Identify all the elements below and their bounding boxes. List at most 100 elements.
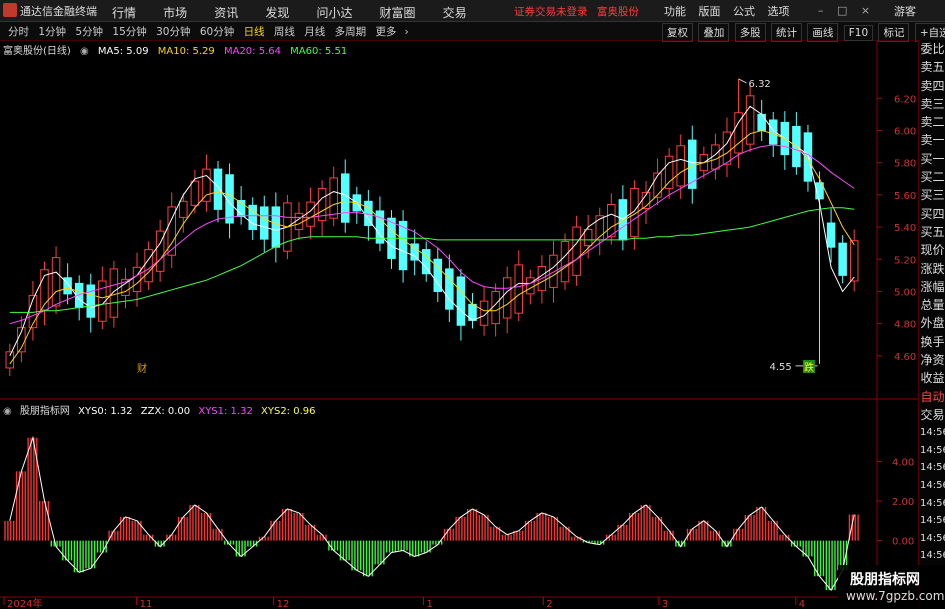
candle-body — [271, 206, 281, 248]
side-item[interactable]: 净资 — [919, 351, 945, 369]
indicator-tick-label: 2.00 — [892, 497, 914, 508]
side-item[interactable]: 交易 — [919, 406, 945, 424]
candle-body — [676, 145, 685, 187]
side-item[interactable]: 外盘 — [919, 314, 945, 332]
ma-legend: 富奥股份(日线) ◉ MA5: 5.09 MA10: 5.29 MA20: 5.… — [3, 42, 353, 57]
finance-marker: 财 — [137, 362, 147, 375]
candle-body — [618, 199, 628, 241]
candle-body — [849, 240, 859, 282]
drop-marker: 跌 — [804, 361, 814, 374]
x-tick-label: 3 — [662, 599, 668, 609]
side-item[interactable]: 卖四 — [919, 77, 945, 95]
candle-body — [722, 131, 732, 165]
side-item[interactable]: 买二 — [919, 168, 945, 186]
candle-body — [51, 257, 61, 307]
candle-body — [549, 254, 558, 288]
indicator-title: 股朋指标网 — [19, 406, 70, 417]
candle-body — [202, 168, 211, 202]
price-tick-label: 5.20 — [894, 255, 916, 266]
candle-body — [526, 277, 535, 295]
side-item-auto[interactable]: 自动 — [919, 388, 945, 406]
candle-body — [421, 249, 431, 275]
x-tick-label: 1 — [426, 599, 432, 609]
high-label: 6.32 — [749, 79, 771, 90]
candle-body — [664, 155, 674, 189]
candle-body — [445, 268, 454, 310]
candle-body — [398, 220, 408, 271]
x-tick-label: 2024年 — [7, 597, 42, 609]
candle-body — [607, 204, 616, 238]
side-item[interactable]: 买四 — [919, 205, 945, 223]
candle-body — [456, 276, 466, 326]
side-item[interactable]: 现价 — [919, 241, 945, 259]
indicator-legend: ◉ 股朋指标网 XYS0: 1.32 ZZX: 0.00 XYS1: 1.32 … — [3, 402, 321, 417]
side-time: 14:56 — [920, 462, 945, 474]
side-item[interactable]: 买一 — [919, 150, 945, 168]
watermark-title: 股朋指标网 — [850, 572, 920, 588]
high-pointer — [738, 78, 747, 84]
side-time: 14:56 — [920, 515, 945, 527]
ma10-line — [9, 129, 855, 365]
xys0-line — [9, 435, 855, 591]
side-item[interactable]: 买五 — [919, 223, 945, 241]
price-tick-label: 5.60 — [894, 191, 916, 202]
side-item[interactable]: 总量 — [919, 296, 945, 314]
side-time: 14:56 — [920, 532, 945, 544]
candle-body — [260, 206, 269, 240]
ma20-label: MA20: 5.64 — [223, 46, 281, 57]
xys0-label: XYS0: 1.32 — [78, 406, 133, 417]
side-item[interactable]: 涨跌 — [919, 260, 945, 278]
kline-chart[interactable]: 4.604.805.005.205.405.605.806.006.20-2.0… — [0, 0, 945, 609]
side-item[interactable]: 收益 — [919, 369, 945, 387]
zzx-label: ZZX: 0.00 — [140, 406, 191, 417]
candle-body — [826, 222, 836, 248]
candle-body — [757, 113, 766, 131]
x-tick-label: 4 — [799, 599, 805, 609]
ma60-label: MA60: 5.51 — [290, 46, 348, 57]
side-item[interactable]: 涨幅 — [919, 278, 945, 296]
candle-body — [340, 173, 350, 223]
watermark-url: www.7gpzb.com — [846, 589, 945, 603]
candle-body — [86, 284, 96, 318]
side-time: 14:56 — [920, 550, 945, 562]
site-watermark: 股朋指标网 www.7gpzb.com — [838, 565, 945, 609]
candle-body — [688, 139, 697, 189]
price-tick-label: 5.40 — [894, 223, 916, 234]
indicator-tick-label: 4.00 — [892, 457, 914, 468]
candle-body — [514, 264, 524, 314]
candle-body — [745, 95, 755, 145]
settings-circle-icon[interactable]: ◉ — [80, 46, 89, 57]
price-tick-label: 4.60 — [894, 352, 916, 363]
candle-body — [190, 180, 200, 206]
price-tick-label: 4.80 — [894, 320, 916, 331]
side-item[interactable]: 卖二 — [919, 113, 945, 131]
ma5-label: MA5: 5.09 — [97, 46, 149, 57]
candle-body — [838, 242, 847, 276]
price-tick-label: 6.00 — [894, 126, 916, 137]
price-tick-label: 5.00 — [894, 287, 916, 298]
xys1-label: XYS1: 1.32 — [198, 406, 253, 417]
candle-body — [213, 168, 223, 210]
side-time: 14:56 — [920, 480, 945, 492]
side-item[interactable]: 换手 — [919, 333, 945, 351]
candle-body — [653, 172, 662, 198]
trading-terminal: 通达信金融终端 行情 市场 资讯 发现 问小达 财富圈 交易 证券交易未登录 富… — [0, 0, 945, 609]
settings-circle-icon[interactable]: ◉ — [3, 406, 12, 417]
side-item[interactable]: 买三 — [919, 186, 945, 204]
ma20-line — [9, 144, 855, 325]
side-item[interactable]: 卖一 — [919, 131, 945, 149]
candles-group — [5, 78, 859, 376]
side-item[interactable]: 卖三 — [919, 95, 945, 113]
side-item[interactable]: 卖五 — [919, 58, 945, 76]
price-tick-label: 5.80 — [894, 159, 916, 170]
stock-title: 富奥股份(日线) — [3, 46, 71, 57]
candle-body — [144, 249, 153, 283]
x-tick-label: 12 — [277, 599, 290, 609]
candle-body — [560, 241, 570, 283]
candle-body — [109, 268, 119, 318]
ma60-line — [9, 207, 855, 313]
side-item[interactable]: 委比 — [919, 40, 945, 58]
candle-body — [583, 228, 593, 247]
x-tick-label: 11 — [140, 599, 153, 609]
candle-body — [306, 201, 315, 227]
